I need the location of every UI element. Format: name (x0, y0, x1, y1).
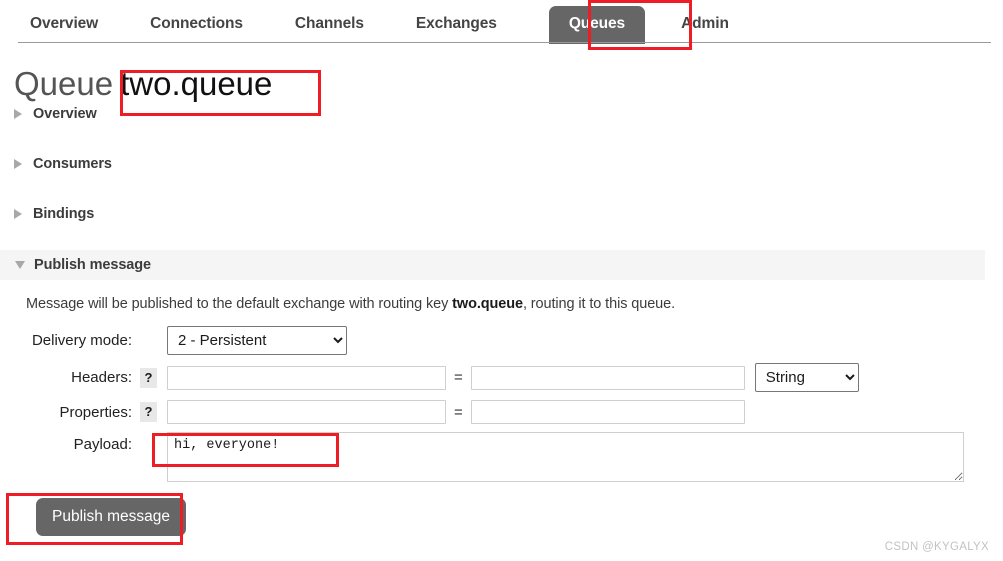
section-consumers-label: Consumers (33, 156, 112, 172)
properties-help-icon[interactable]: ? (140, 402, 157, 422)
section-publish-message[interactable]: Publish message (0, 250, 985, 280)
nav-tab-overview[interactable]: Overview (30, 15, 98, 43)
main-navbar: Overview Connections Channels Exchanges … (0, 0, 1003, 44)
nav-tab-connections[interactable]: Connections (150, 15, 243, 43)
section-publish-message-label: Publish message (34, 257, 151, 273)
nav-tab-admin[interactable]: Admin (681, 15, 729, 43)
section-bindings-header[interactable]: Bindings (14, 206, 1003, 222)
nav-divider (18, 42, 991, 43)
publish-message-body: Message will be published to the default… (26, 296, 1003, 536)
section-overview[interactable]: Overview (14, 100, 1003, 128)
headers-row: Headers: ? = StringNumberBooleanList (26, 363, 1003, 392)
payload-label: Payload: (73, 436, 132, 453)
publish-button-row: Publish message (36, 498, 1003, 536)
nav-tab-exchanges[interactable]: Exchanges (416, 15, 497, 43)
delivery-mode-label: Delivery mode: (31, 332, 132, 349)
triangle-right-icon (14, 209, 22, 219)
headers-key-input[interactable] (167, 365, 446, 390)
section-consumers-header[interactable]: Consumers (14, 156, 1003, 172)
section-consumers[interactable]: Consumers (14, 150, 1003, 178)
headers-value-input[interactable] (470, 365, 745, 390)
headers-label: Headers: (71, 369, 132, 386)
publish-message-button[interactable]: Publish message (36, 498, 187, 536)
section-publish-message-header[interactable]: Publish message (15, 257, 985, 273)
properties-key-input[interactable] (167, 400, 446, 424)
payload-row: Payload: (26, 432, 1003, 482)
triangle-right-icon (14, 109, 22, 119)
publish-note-before: Message will be published to the default… (26, 296, 453, 312)
headers-help-icon[interactable]: ? (140, 367, 157, 388)
payload-textarea[interactable] (167, 432, 964, 482)
headers-type-select[interactable]: StringNumberBooleanList (754, 363, 859, 392)
page-title-prefix: Queue (14, 65, 114, 102)
triangle-right-icon (14, 159, 22, 169)
publish-note-routing-key: two.queue (452, 296, 523, 312)
nav-tab-queues[interactable]: Queues (548, 6, 646, 44)
page-title: Queue two.queue (14, 67, 1003, 100)
properties-equals-sign: = (454, 403, 463, 421)
nav-tab-channels[interactable]: Channels (295, 15, 364, 43)
delivery-mode-select[interactable]: 1 - Non-persistent2 - Persistent (167, 326, 347, 355)
section-overview-header[interactable]: Overview (14, 106, 1003, 122)
properties-value-input[interactable] (470, 400, 745, 424)
watermark: CSDN @KYGALYX (884, 541, 989, 553)
triangle-down-icon (15, 261, 25, 269)
properties-label: Properties: (59, 403, 132, 421)
section-bindings[interactable]: Bindings (14, 200, 1003, 228)
section-overview-label: Overview (33, 106, 97, 122)
delivery-mode-row: Delivery mode: 1 - Non-persistent2 - Per… (26, 326, 1003, 355)
headers-equals-sign: = (454, 369, 463, 386)
section-bindings-label: Bindings (33, 206, 95, 222)
publish-routing-note: Message will be published to the default… (26, 296, 1003, 312)
publish-note-after: , routing it to this queue. (522, 296, 676, 312)
nav-tab-list: Overview Connections Channels Exchanges … (0, 0, 1003, 44)
page-title-queue-name: two.queue (120, 65, 273, 102)
properties-row: Properties: ? = (26, 400, 1003, 424)
